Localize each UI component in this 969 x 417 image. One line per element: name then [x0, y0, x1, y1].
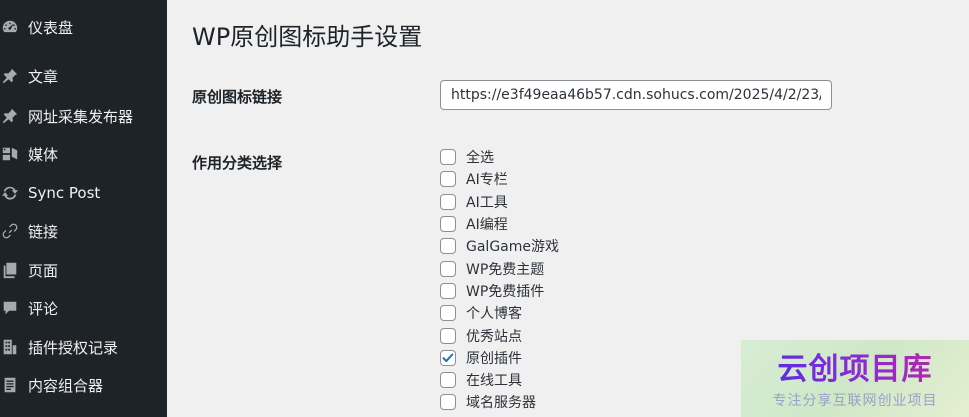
category-option-label: GalGame游戏	[466, 239, 559, 256]
checkbox[interactable]	[440, 372, 456, 389]
category-option-label: WP免费插件	[466, 283, 545, 300]
sidebar-item-url-collector[interactable]: 网址采集发布器	[0, 99, 167, 133]
sidebar-item-dashboard[interactable]: 仪表盘	[0, 10, 167, 44]
category-option-label: AI专栏	[466, 172, 508, 189]
checkbox[interactable]	[440, 327, 456, 344]
icon-link-input[interactable]	[440, 80, 832, 110]
sidebar-item-label: 链接	[28, 222, 59, 241]
checkbox-checked[interactable]	[440, 349, 456, 366]
category-checkbox-list: 全选 AI专栏 AI工具 AI编程 GalGame游戏 WP免费主题 WP免费插…	[440, 146, 559, 414]
sidebar-item-label: 评论	[28, 299, 59, 318]
category-option[interactable]: 优秀站点	[440, 324, 559, 346]
dashboard-icon	[0, 17, 20, 37]
page-icon	[0, 260, 20, 280]
sidebar-item-pages[interactable]: 页面	[0, 253, 167, 287]
checkbox[interactable]	[440, 260, 456, 277]
category-option[interactable]: AI工具	[440, 191, 559, 213]
sidebar-item-label: 网址采集发布器	[28, 107, 134, 126]
category-option-label: 在线工具	[466, 373, 522, 390]
category-option[interactable]: AI专栏	[440, 168, 559, 190]
category-option-label: 域名服务器	[466, 395, 536, 412]
sidebar-item-label: 页面	[28, 261, 59, 280]
checkbox[interactable]	[440, 171, 456, 188]
checkbox[interactable]	[440, 149, 456, 166]
category-option[interactable]: WP免费插件	[440, 280, 559, 302]
sidebar-item-label: 仪表盘	[28, 18, 74, 37]
sidebar-item-label: 文章	[28, 67, 59, 86]
category-option-label: AI工具	[466, 194, 508, 211]
comment-icon	[0, 298, 20, 318]
sidebar-item-label: 插件授权记录	[28, 338, 119, 357]
sidebar-item-comments[interactable]: 评论	[0, 291, 167, 325]
category-option-label: 优秀站点	[466, 328, 522, 345]
checkbox[interactable]	[440, 238, 456, 255]
checkbox[interactable]	[440, 282, 456, 299]
category-option[interactable]: 域名服务器	[440, 391, 559, 413]
category-option[interactable]: 在线工具	[440, 369, 559, 391]
category-option-label: AI编程	[466, 217, 508, 234]
link-field-label: 原创图标链接	[192, 88, 283, 106]
category-field-label: 作用分类选择	[192, 154, 283, 172]
category-option-label: WP免费主题	[466, 261, 545, 278]
sidebar-item-posts[interactable]: 文章	[0, 59, 167, 93]
sidebar-item-links[interactable]: 链接	[0, 214, 167, 248]
link-icon	[0, 221, 20, 241]
checkmark-icon	[442, 353, 454, 362]
sidebar-item-license-records[interactable]: 插件授权记录	[0, 330, 167, 364]
category-option[interactable]: 全选	[440, 146, 559, 168]
category-option-label: 原创插件	[466, 350, 522, 367]
sidebar-item-content-combiner[interactable]: 内容组合器	[0, 368, 167, 402]
sidebar-item-label: Sync Post	[28, 184, 101, 202]
watermark-title: 云创项目库	[741, 344, 969, 388]
sidebar-item-media[interactable]: 媒体	[0, 137, 167, 171]
page-title: WP原创图标助手设置	[192, 23, 423, 51]
watermark-subtitle: 专注分享互联网创业项目	[772, 393, 938, 409]
checkbox[interactable]	[440, 305, 456, 322]
pin-icon	[0, 66, 20, 86]
checkbox[interactable]	[440, 216, 456, 233]
building-icon	[0, 337, 20, 357]
checkbox[interactable]	[440, 193, 456, 210]
category-option[interactable]: WP免费主题	[440, 257, 559, 279]
sync-icon	[0, 183, 20, 203]
category-option[interactable]: AI编程	[440, 213, 559, 235]
pin-icon	[0, 106, 20, 126]
sidebar-item-sync-post[interactable]: Sync Post	[0, 176, 167, 210]
sidebar-item-label: 内容组合器	[28, 376, 104, 395]
category-option[interactable]: 个人博客	[440, 302, 559, 324]
category-option-label: 个人博客	[466, 306, 522, 323]
category-option[interactable]: 原创插件	[440, 347, 559, 369]
watermark-logo: 云创项目库 专注分享互联网创业项目	[741, 340, 969, 417]
category-option-label: 全选	[466, 150, 494, 167]
admin-sidebar: 仪表盘 文章 网址采集发布器 媒体 Sync Post 链接 页面 评论 插件授…	[0, 0, 167, 417]
category-option[interactable]: GalGame游戏	[440, 235, 559, 257]
checkbox[interactable]	[440, 394, 456, 411]
media-icon	[0, 144, 20, 164]
sidebar-item-label: 媒体	[28, 145, 59, 164]
document-icon	[0, 375, 20, 395]
